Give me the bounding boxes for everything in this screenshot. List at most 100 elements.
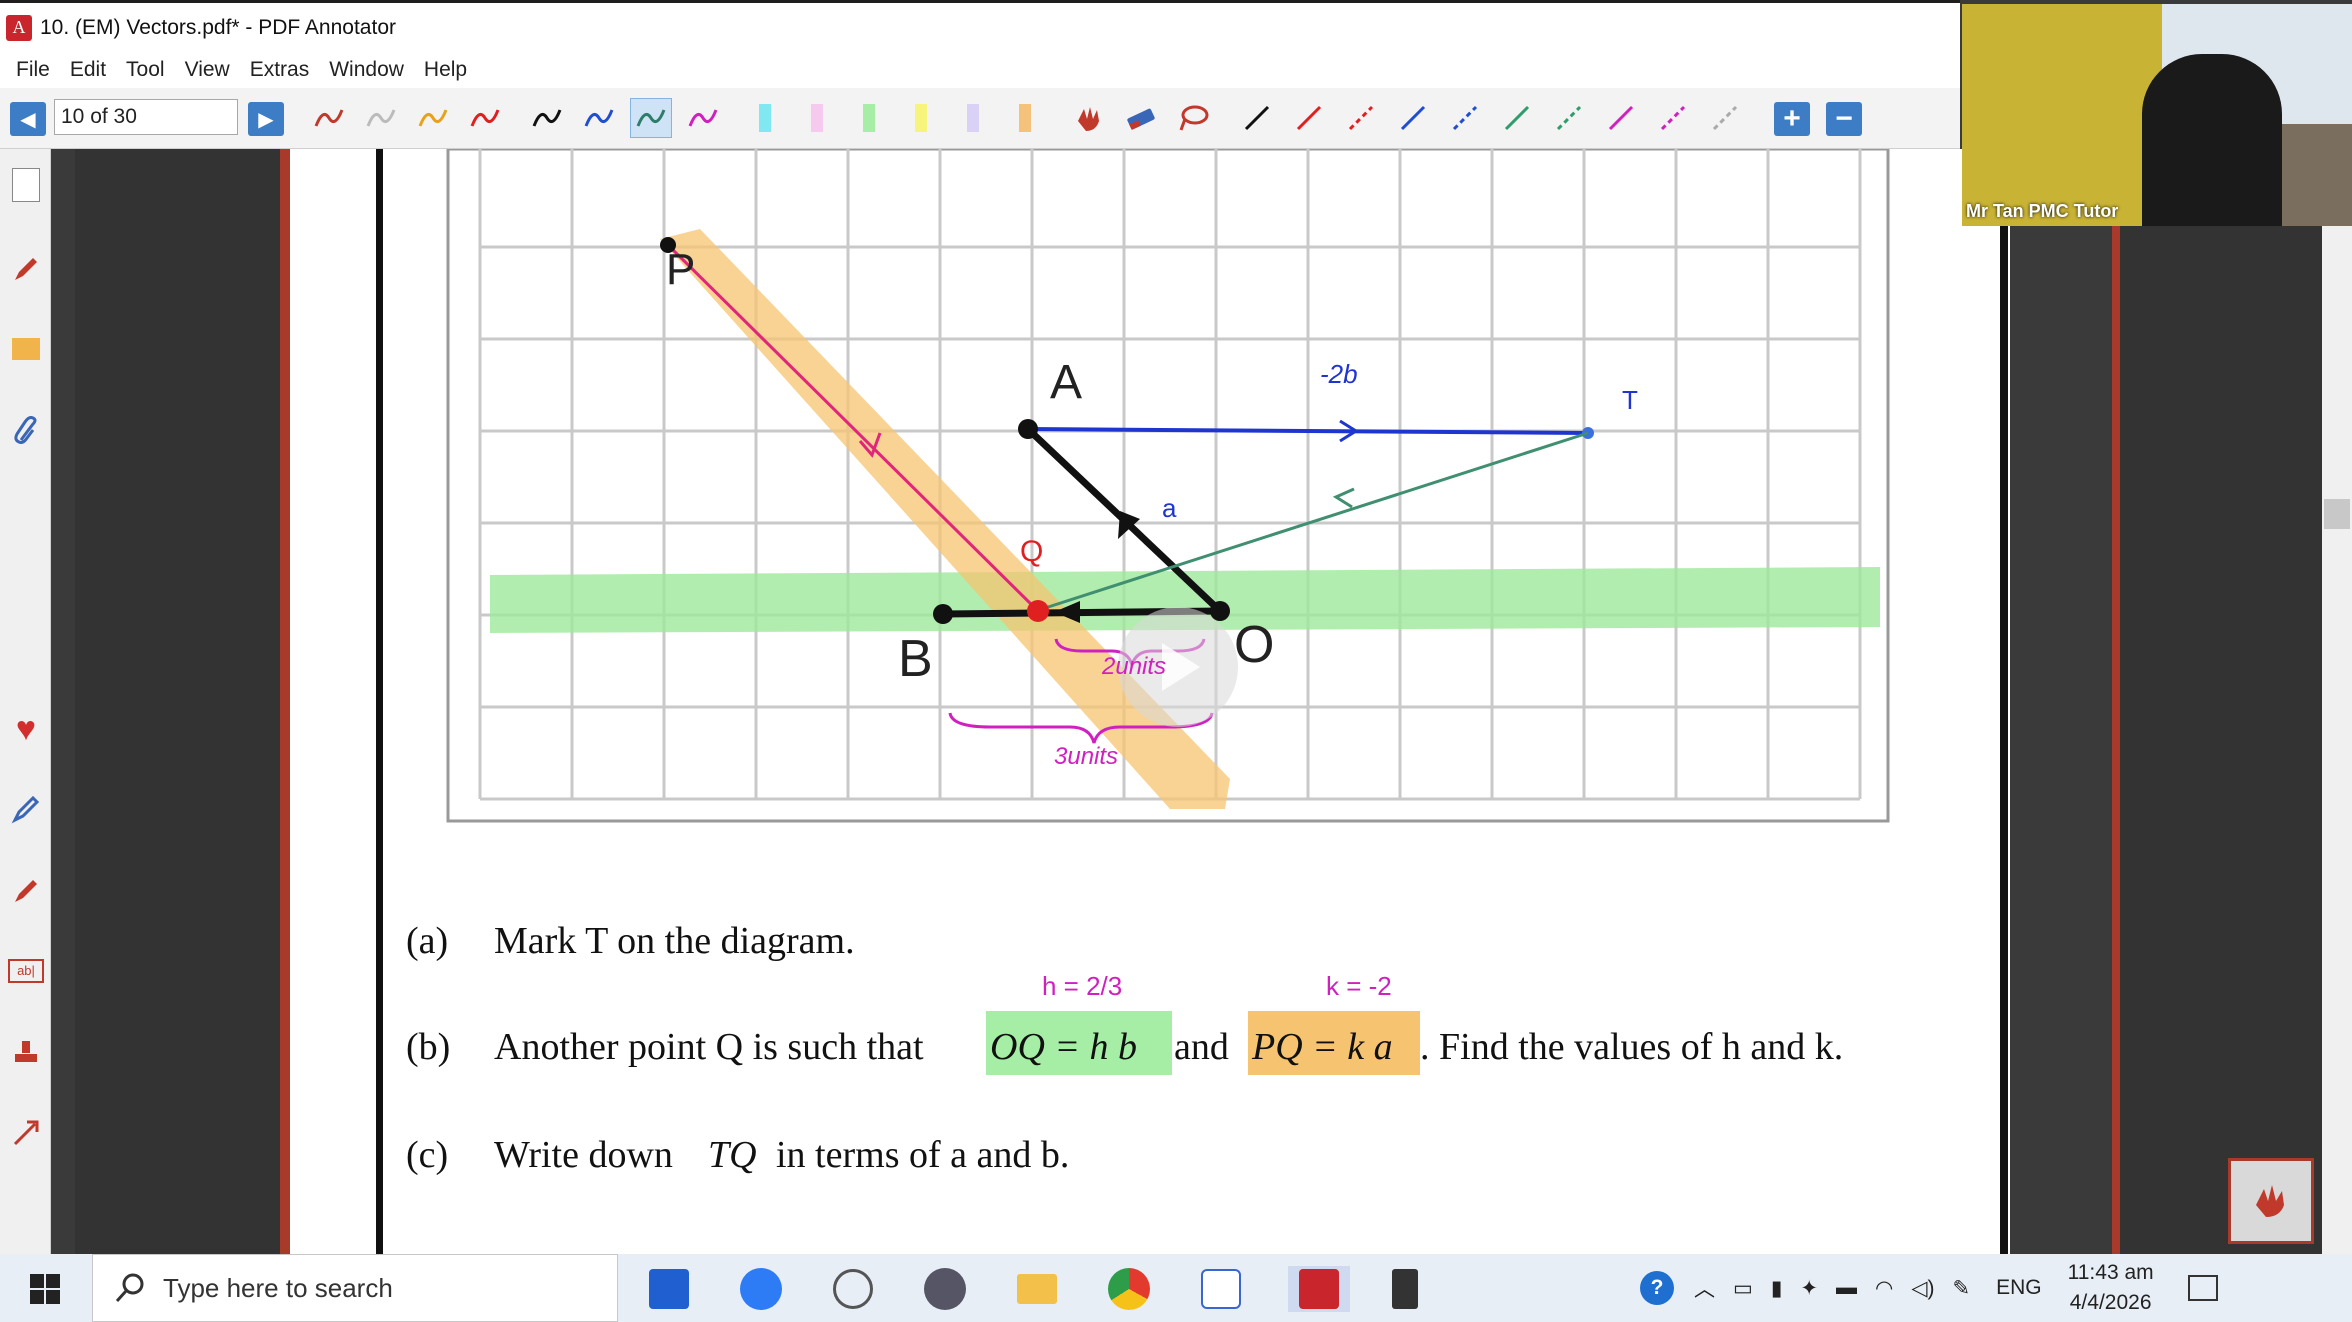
search-icon: [115, 1273, 144, 1303]
line-blue-dashed-icon[interactable]: [1444, 98, 1486, 138]
chevron-up-icon[interactable]: ︿: [1694, 1273, 1715, 1303]
page-number-field[interactable]: 10 of 30: [54, 99, 238, 135]
windows-start-icon[interactable]: [22, 1266, 68, 1312]
page-thumbnail-icon[interactable]: [6, 165, 46, 205]
question-c-pre: Write down: [494, 1134, 673, 1176]
annotation-3units: 3units: [1054, 743, 1119, 770]
eraser-icon[interactable]: [1120, 98, 1162, 138]
search-placeholder: Type here to search: [163, 1272, 393, 1303]
pen-light-icon[interactable]: [360, 98, 402, 138]
microphone-icon[interactable]: ▮: [1771, 1276, 1783, 1301]
pen-settings-icon[interactable]: ✎: [1953, 1276, 1971, 1301]
next-page-button[interactable]: ▶: [248, 102, 284, 136]
menu-view[interactable]: View: [185, 58, 230, 82]
file-explorer-icon[interactable]: [1014, 1266, 1060, 1312]
highlighter-pink-icon[interactable]: [796, 98, 838, 138]
highlighter-yellow-icon[interactable]: [900, 98, 942, 138]
label-t: T: [1622, 385, 1638, 415]
app-compass-icon[interactable]: [922, 1266, 968, 1312]
dropbox-tray-icon[interactable]: ✦: [1800, 1276, 1818, 1301]
highlighter-tool-icon[interactable]: [6, 871, 46, 911]
text-box-icon[interactable]: ab|: [6, 951, 46, 991]
help-icon[interactable]: ?: [1640, 1271, 1674, 1305]
line-magenta-dashed-icon[interactable]: [1652, 98, 1694, 138]
menu-window[interactable]: Window: [329, 58, 404, 82]
pen-red-icon[interactable]: [308, 98, 350, 138]
pen-red2-icon[interactable]: [464, 98, 506, 138]
system-tray: ? ︿ ▭ ▮ ✦ ▬ ◠ ◁) ✎ ENG 11:43 am 4/4/2026: [1640, 1254, 2218, 1322]
question-a-text: Mark T on the diagram.: [494, 920, 855, 962]
pen-tool-icon[interactable]: [6, 249, 46, 289]
note-icon[interactable]: [6, 329, 46, 369]
annotation-2units: 2units: [1102, 653, 1167, 680]
menu-bar: File Edit Tool View Extras Window Help: [0, 52, 1960, 88]
zoom-in-button[interactable]: +: [1774, 102, 1810, 136]
vertical-scrollbar[interactable]: [2322, 149, 2352, 1254]
pen-orange-icon[interactable]: [412, 98, 454, 138]
clock[interactable]: 11:43 am 4/4/2026: [2068, 1258, 2154, 1318]
question-b-label: (b): [406, 1026, 451, 1068]
menu-tool[interactable]: Tool: [126, 58, 165, 82]
line-green-dashed-icon[interactable]: [1548, 98, 1590, 138]
hand-tool-icon[interactable]: [1068, 98, 1110, 138]
scrollbar-thumb[interactable]: [2324, 499, 2350, 529]
line-black-icon[interactable]: [1236, 98, 1278, 138]
question-a-label: (a): [406, 920, 449, 962]
menu-edit[interactable]: Edit: [70, 58, 106, 82]
menu-file[interactable]: File: [16, 58, 50, 82]
question-c-label: (c): [406, 1134, 449, 1176]
point-q: [1027, 600, 1049, 622]
menu-extras[interactable]: Extras: [250, 58, 310, 82]
highlighter-orange-icon[interactable]: [1004, 98, 1046, 138]
lasso-icon[interactable]: [1172, 98, 1214, 138]
question-b-post: . Find the values of h and k.: [1420, 1026, 1844, 1068]
line-green-icon[interactable]: [1496, 98, 1538, 138]
hand-icon: [2256, 1185, 2284, 1217]
wifi-icon[interactable]: ◠: [1875, 1276, 1893, 1301]
label-p: P: [666, 245, 696, 294]
meet-now-icon[interactable]: ▭: [1733, 1276, 1753, 1301]
line-gray-dashed-icon[interactable]: [1704, 98, 1746, 138]
zoom-icon[interactable]: [738, 1266, 784, 1312]
document-background-left: [75, 149, 280, 1254]
line-red-dashed-icon[interactable]: [1340, 98, 1382, 138]
pen-blue-icon[interactable]: [578, 98, 620, 138]
favorites-heart-icon[interactable]: ♥: [6, 709, 46, 749]
hand-tool-floating-button[interactable]: [2228, 1158, 2314, 1244]
pdf-annotator-taskbar-icon[interactable]: [1288, 1266, 1350, 1312]
annotation-a: a: [1162, 493, 1177, 523]
paperclip-icon[interactable]: [6, 411, 46, 451]
pen-magenta-icon[interactable]: [682, 98, 724, 138]
battery-icon[interactable]: ▬: [1836, 1276, 1857, 1300]
calculator-icon[interactable]: [1382, 1266, 1428, 1312]
vector-grid-diagram: [446, 149, 1890, 823]
highlighter-green-icon[interactable]: [848, 98, 890, 138]
volume-icon[interactable]: ◁): [1911, 1276, 1934, 1301]
stamp-icon[interactable]: [6, 1033, 46, 1073]
highlighter-lavender-icon[interactable]: [952, 98, 994, 138]
question-b-eq2: PQ = k a: [1252, 1026, 1393, 1068]
windows-taskbar: Type here to search ? ︿ ▭ ▮ ✦ ▬ ◠ ◁) ✎ E…: [0, 1254, 2352, 1322]
pdf-page[interactable]: P A T Q B O -2b a 2units 3units (a) Mark…: [290, 149, 2010, 1254]
highlighter-cyan-icon[interactable]: [744, 98, 786, 138]
pen-teal-icon[interactable]: [630, 98, 672, 138]
question-b-mid: and: [1174, 1026, 1229, 1068]
toolbar: ◀ 10 of 30 ▶ + −: [0, 88, 1960, 149]
line-red-icon[interactable]: [1288, 98, 1330, 138]
language-indicator[interactable]: ENG: [1996, 1276, 2042, 1300]
menu-help[interactable]: Help: [424, 58, 467, 82]
pen-black-icon[interactable]: [526, 98, 568, 138]
dropbox-icon[interactable]: [646, 1266, 692, 1312]
line-blue-icon[interactable]: [1392, 98, 1434, 138]
arrow-tool-icon[interactable]: [6, 1113, 46, 1153]
zoom-out-button[interactable]: −: [1826, 102, 1862, 136]
previous-page-button[interactable]: ◀: [10, 102, 46, 136]
chrome-icon[interactable]: [1106, 1266, 1152, 1312]
whiteboard-app-icon[interactable]: [1198, 1266, 1244, 1312]
clock-app-icon[interactable]: [830, 1266, 876, 1312]
notifications-icon[interactable]: [2187, 1275, 2218, 1301]
pen-blue-tool-icon[interactable]: [6, 789, 46, 829]
handwritten-h-value: h = 2/3: [1042, 971, 1123, 1001]
taskbar-search-box[interactable]: Type here to search: [92, 1254, 618, 1322]
line-magenta-icon[interactable]: [1600, 98, 1642, 138]
